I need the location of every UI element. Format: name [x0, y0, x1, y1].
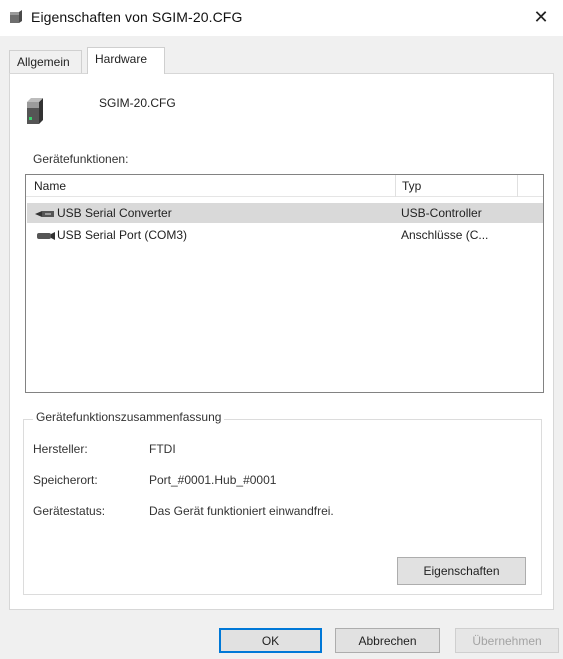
- close-button[interactable]: ✕: [519, 0, 563, 34]
- ok-button[interactable]: OK: [219, 628, 322, 653]
- device-functions-list[interactable]: Name Typ USB Serial Converter USB-Contro…: [25, 174, 544, 393]
- properties-button[interactable]: Eigenschaften: [397, 557, 526, 585]
- column-header-name[interactable]: Name: [34, 179, 66, 193]
- tab-hardware[interactable]: Hardware: [87, 47, 165, 74]
- device-functions-label: Gerätefunktionen:: [33, 152, 129, 166]
- column-divider[interactable]: [517, 175, 518, 197]
- manufacturer-label: Hersteller:: [33, 442, 88, 456]
- device-name: SGIM-20.CFG: [99, 96, 176, 110]
- device-function-type: USB-Controller: [401, 206, 482, 220]
- manufacturer-value: FTDI: [149, 442, 176, 456]
- apply-button[interactable]: Übernehmen: [455, 628, 559, 653]
- list-item[interactable]: USB Serial Port (COM3) Anschlüsse (C...: [27, 225, 543, 245]
- location-value: Port_#0001.Hub_#0001: [149, 473, 277, 487]
- location-label: Speicherort:: [33, 473, 98, 487]
- column-header-type[interactable]: Typ: [402, 179, 421, 193]
- device-status-label: Gerätestatus:: [33, 504, 106, 518]
- tab-general[interactable]: Allgemein: [9, 50, 82, 74]
- summary-group-title: Gerätefunktionszusammenfassung: [33, 410, 225, 424]
- list-item[interactable]: USB Serial Converter USB-Controller: [27, 203, 543, 223]
- title-bar: Eigenschaften von SGIM-20.CFG ✕: [0, 0, 563, 36]
- usb-connector-icon: [35, 208, 55, 218]
- serial-port-icon: [35, 230, 55, 240]
- drive-icon: [26, 96, 44, 126]
- device-function-name: USB Serial Port (COM3): [57, 228, 188, 242]
- device-status-value: Das Gerät funktioniert einwandfrei.: [149, 504, 334, 518]
- device-function-name: USB Serial Converter: [57, 206, 172, 220]
- list-header: Name Typ: [26, 175, 543, 197]
- window-title: Eigenschaften von SGIM-20.CFG: [31, 9, 243, 25]
- column-divider[interactable]: [395, 175, 396, 197]
- drive-icon: [9, 10, 23, 24]
- dialog-body: Allgemein Hardware SGIM-20.CFG Gerätefun…: [0, 36, 563, 659]
- cancel-button[interactable]: Abbrechen: [335, 628, 440, 653]
- close-icon: ✕: [533, 6, 549, 27]
- device-function-type: Anschlüsse (C...: [401, 228, 489, 242]
